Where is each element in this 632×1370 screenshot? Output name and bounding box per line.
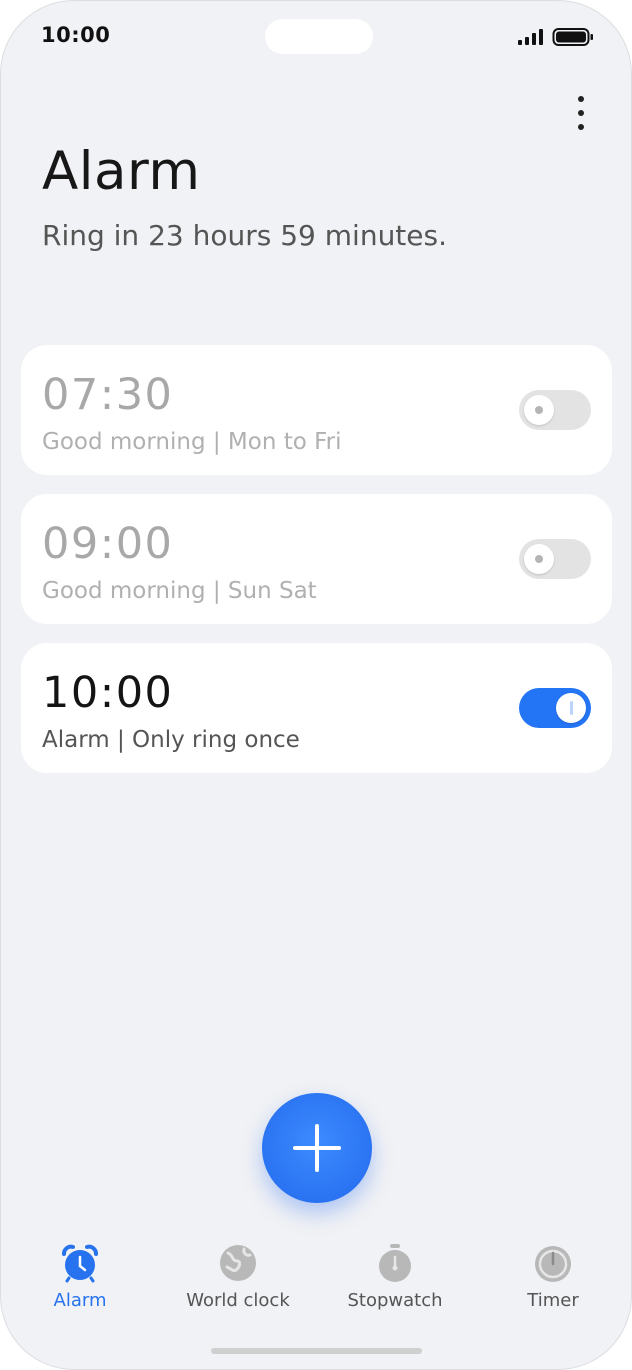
alarm-card[interactable]: 10:00 Alarm | Only ring once — [21, 643, 612, 773]
alarm-time: 07:30 — [42, 370, 174, 420]
tab-label: Stopwatch — [347, 1290, 443, 1311]
alarm-time: 09:00 — [42, 519, 174, 569]
tab-world-clock[interactable]: World clock — [168, 1231, 308, 1321]
bottom-nav: Alarm World clock Stopwatch Timer — [1, 1231, 631, 1331]
status-time: 10:00 — [41, 23, 111, 47]
toggle-knob — [524, 395, 554, 425]
alarm-toggle[interactable] — [519, 390, 591, 430]
toggle-knob — [556, 693, 586, 723]
tab-label: Alarm — [53, 1290, 107, 1311]
alarm-description: Alarm | Only ring once — [42, 727, 300, 753]
page-title: Alarm — [42, 141, 201, 202]
plus-icon — [293, 1124, 341, 1172]
dynamic-island — [265, 19, 373, 54]
tab-label: Timer — [527, 1290, 579, 1311]
alarm-clock-icon — [62, 1244, 98, 1283]
alarm-description: Good morning | Sun Sat — [42, 578, 317, 604]
signal-icon — [518, 29, 543, 45]
globe-icon — [220, 1245, 256, 1281]
alarm-card[interactable]: 07:30 Good morning | Mon to Fri — [21, 345, 612, 475]
home-indicator[interactable] — [211, 1348, 422, 1354]
alarm-description: Good morning | Mon to Fri — [42, 429, 342, 455]
more-vertical-icon[interactable] — [565, 89, 597, 137]
alarm-toggle[interactable] — [519, 539, 591, 579]
toggle-knob — [524, 544, 554, 574]
tab-timer[interactable]: Timer — [483, 1231, 623, 1321]
tab-label: World clock — [186, 1290, 290, 1311]
status-bar: 10:00 — [1, 1, 631, 73]
stopwatch-icon — [379, 1244, 411, 1282]
alarm-toggle[interactable] — [519, 688, 591, 728]
tab-stopwatch[interactable]: Stopwatch — [325, 1231, 465, 1321]
alarm-time: 10:00 — [42, 668, 174, 718]
alarm-card[interactable]: 09:00 Good morning | Sun Sat — [21, 494, 612, 624]
timer-icon — [535, 1246, 571, 1282]
phone-screen: 10:00 Alarm Ring in 23 hours 59 minutes.… — [0, 0, 632, 1370]
next-alarm-subtitle: Ring in 23 hours 59 minutes. — [42, 219, 448, 252]
battery-icon — [552, 28, 593, 46]
add-alarm-button[interactable] — [262, 1093, 372, 1203]
tab-alarm[interactable]: Alarm — [10, 1231, 150, 1321]
